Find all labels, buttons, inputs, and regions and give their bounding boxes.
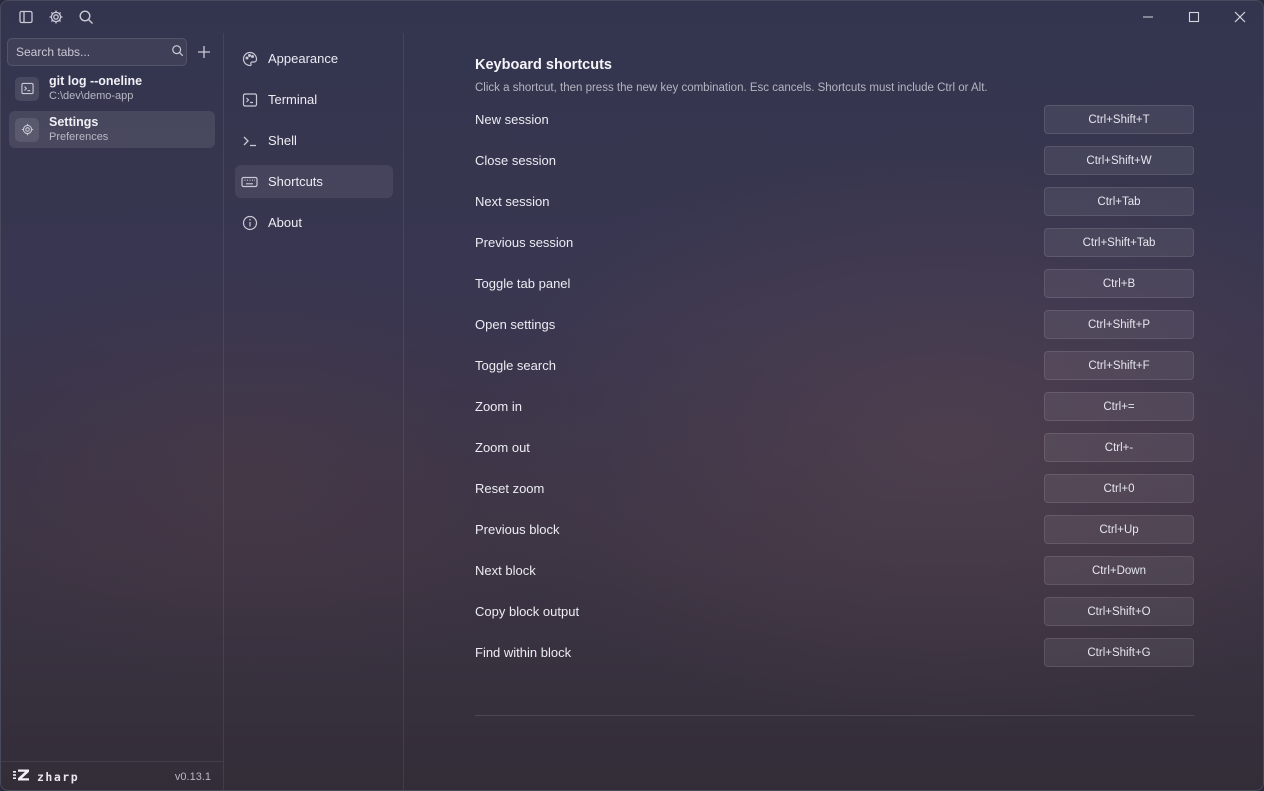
tab-search-box[interactable] [7, 38, 187, 66]
section-divider [475, 715, 1194, 716]
shortcut-row: Next block Ctrl+Down [475, 556, 1194, 585]
search-icon [171, 44, 184, 60]
shortcut-label: Toggle tab panel [475, 276, 571, 291]
shortcut-label: Zoom in [475, 399, 522, 414]
shortcut-key-button[interactable]: Ctrl+Tab [1044, 187, 1194, 216]
title-bar-tools [1, 2, 101, 32]
nav-item-shell[interactable]: Shell [235, 124, 393, 157]
nav-item-label: About [268, 215, 302, 230]
shortcut-key-button[interactable]: Ctrl+= [1044, 392, 1194, 421]
shortcut-row: Zoom in Ctrl+= [475, 392, 1194, 421]
shortcut-row: Toggle tab panel Ctrl+B [475, 269, 1194, 298]
search-icon[interactable] [71, 2, 101, 32]
tab-item-text: git log --oneline C:\dev\demo-app [49, 74, 142, 104]
palette-icon [241, 50, 258, 67]
app-window: git log --oneline C:\dev\demo-app Settin… [0, 0, 1264, 791]
shortcut-label: Copy block output [475, 604, 580, 619]
terminal-icon [15, 76, 39, 101]
shortcut-key-button[interactable]: Ctrl+Shift+F [1044, 351, 1194, 380]
shortcut-label: Next block [475, 563, 536, 578]
add-tab-button[interactable] [191, 38, 217, 66]
gear-icon[interactable] [41, 2, 71, 32]
brand-name: zharp [37, 769, 80, 784]
tab-item-settings[interactable]: Settings Preferences [9, 111, 215, 148]
nav-item-label: Shortcuts [268, 174, 323, 189]
tab-title: git log --oneline [49, 73, 143, 88]
shortcuts-content: Keyboard shortcuts Click a shortcut, the… [405, 33, 1263, 790]
shortcut-row: Find within block Ctrl+Shift+G [475, 638, 1194, 667]
tab-item-text: Settings Preferences [49, 115, 108, 145]
nav-item-appearance[interactable]: Appearance [235, 42, 393, 75]
tab-panel-footer: zharp v0.13.1 [1, 761, 223, 790]
zharp-logo-icon [13, 768, 31, 786]
shortcut-row: Previous block Ctrl+Up [475, 515, 1194, 544]
shortcut-key-button[interactable]: Ctrl+0 [1044, 474, 1194, 503]
nav-item-label: Appearance [268, 51, 339, 66]
nav-item-terminal[interactable]: Terminal [235, 83, 393, 116]
shortcut-row: Open settings Ctrl+Shift+P [475, 310, 1194, 339]
terminal-icon [241, 91, 258, 108]
brand: zharp [13, 768, 79, 786]
prompt-icon [241, 132, 258, 149]
nav-item-shortcuts[interactable]: Shortcuts [235, 165, 393, 198]
sidebar-toggle-icon[interactable] [11, 2, 41, 32]
tab-search-row [1, 33, 223, 66]
tab-search-input[interactable] [16, 45, 171, 59]
tab-title: Settings [49, 114, 99, 129]
shortcut-label: Close session [475, 153, 556, 168]
nav-item-about[interactable]: About [235, 206, 393, 239]
shortcut-row: Copy block output Ctrl+Shift+O [475, 597, 1194, 626]
shortcut-key-button[interactable]: Ctrl+Shift+G [1044, 638, 1194, 667]
window-controls [1125, 2, 1263, 32]
shortcut-key-button[interactable]: Ctrl+Down [1044, 556, 1194, 585]
shortcut-key-button[interactable]: Ctrl+Shift+T [1044, 105, 1194, 134]
page-description: Click a shortcut, then press the new key… [475, 82, 988, 94]
tab-subtitle: C:\dev\demo-app [49, 89, 134, 102]
shortcut-label: Next session [475, 194, 550, 209]
shortcut-key-button[interactable]: Ctrl+- [1044, 433, 1194, 462]
shortcut-label: Previous session [475, 235, 574, 250]
shortcut-row: New session Ctrl+Shift+T [475, 105, 1194, 134]
shortcut-row: Close session Ctrl+Shift+W [475, 146, 1194, 175]
shortcut-key-button[interactable]: Ctrl+Shift+O [1044, 597, 1194, 626]
shortcut-label: Find within block [475, 645, 572, 660]
info-icon [241, 214, 258, 231]
tab-subtitle: Preferences [49, 130, 109, 143]
shortcut-row: Toggle search Ctrl+Shift+F [475, 351, 1194, 380]
shortcut-key-button[interactable]: Ctrl+Shift+W [1044, 146, 1194, 175]
shortcut-row: Reset zoom Ctrl+0 [475, 474, 1194, 503]
shortcut-label: Open settings [475, 317, 556, 332]
title-bar [1, 1, 1263, 33]
version-label: v0.13.1 [174, 770, 211, 783]
shortcut-label: Zoom out [475, 440, 530, 455]
tab-panel: git log --oneline C:\dev\demo-app Settin… [1, 33, 224, 790]
shortcut-label: Reset zoom [475, 481, 545, 496]
shortcut-row: Previous session Ctrl+Shift+Tab [475, 228, 1194, 257]
shortcut-label: Toggle search [475, 358, 556, 373]
shortcut-key-button[interactable]: Ctrl+B [1044, 269, 1194, 298]
shortcut-row: Zoom out Ctrl+- [475, 433, 1194, 462]
plus-icon [198, 46, 210, 58]
settings-nav: Appearance Terminal Shell Shortcuts Abou… [225, 33, 404, 790]
maximize-icon[interactable] [1171, 2, 1217, 32]
nav-item-label: Shell [268, 133, 297, 148]
gear-icon [15, 117, 39, 142]
close-icon[interactable] [1217, 2, 1263, 32]
keyboard-icon [241, 173, 258, 190]
shortcut-row: Next session Ctrl+Tab [475, 187, 1194, 216]
nav-item-label: Terminal [268, 92, 318, 107]
shortcut-key-button[interactable]: Ctrl+Up [1044, 515, 1194, 544]
tab-item-git-log[interactable]: git log --oneline C:\dev\demo-app [9, 70, 215, 107]
shortcut-label: New session [475, 112, 549, 127]
shortcut-key-button[interactable]: Ctrl+Shift+Tab [1044, 228, 1194, 257]
minimize-icon[interactable] [1125, 2, 1171, 32]
shortcut-label: Previous block [475, 522, 560, 537]
shortcut-key-button[interactable]: Ctrl+Shift+P [1044, 310, 1194, 339]
page-title: Keyboard shortcuts [475, 57, 612, 73]
